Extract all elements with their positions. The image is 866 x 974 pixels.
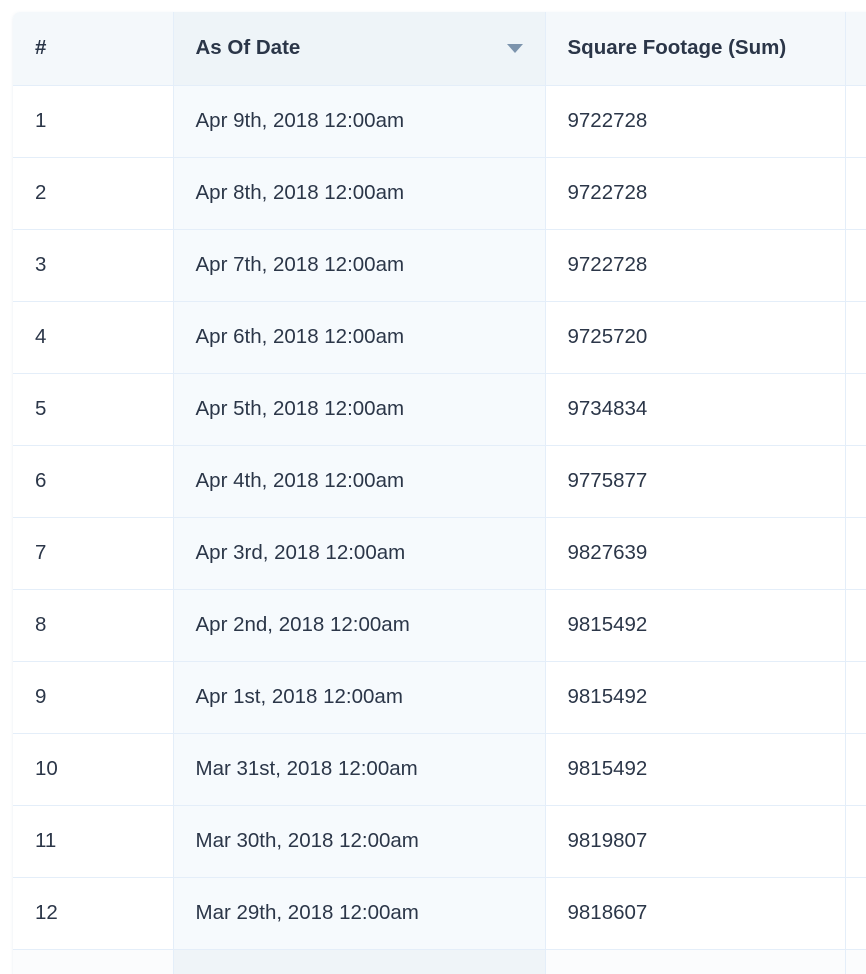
data-table: # As Of Date Square Footage (Sum) 1 Apr … [13, 12, 866, 974]
table-row[interactable]: 5 Apr 5th, 2018 12:00am 9734834 [13, 373, 866, 446]
table-viewport: # As Of Date Square Footage (Sum) 1 Apr … [0, 0, 866, 974]
data-grid-panel: # As Of Date Square Footage (Sum) 1 Apr … [13, 12, 866, 974]
column-header-index[interactable]: # [13, 12, 174, 86]
cell-index: 3 [13, 229, 174, 302]
cell-overflow [845, 229, 866, 302]
cell-as-of-date: Apr 6th, 2018 12:00am [173, 301, 546, 374]
cell-index: 4 [13, 301, 174, 374]
cell-as-of-date: Apr 4th, 2018 12:00am [173, 445, 546, 518]
cell-overflow [845, 157, 866, 230]
table-row[interactable]: 1 Apr 9th, 2018 12:00am 9722728 [13, 85, 866, 158]
table-body: 1 Apr 9th, 2018 12:00am 9722728 2 Apr 8t… [13, 85, 866, 974]
cell-square-footage-sum: 9722728 [545, 85, 846, 158]
cell-square-footage-sum: 9815492 [545, 733, 846, 806]
cell-as-of-date: Apr 1st, 2018 12:00am [173, 661, 546, 734]
cell-as-of-date: Mar 30th, 2018 12:00am [173, 805, 546, 878]
cell-as-of-date: Apr 5th, 2018 12:00am [173, 373, 546, 446]
cell-index: 9 [13, 661, 174, 734]
cell-square-footage-sum: 9725720 [545, 301, 846, 374]
cell-index: 10 [13, 733, 174, 806]
cell-as-of-date: Mar 31st, 2018 12:00am [173, 733, 546, 806]
table-row[interactable] [13, 949, 866, 974]
table-row[interactable]: 2 Apr 8th, 2018 12:00am 9722728 [13, 157, 866, 230]
cell-index: 5 [13, 373, 174, 446]
cell-index: 6 [13, 445, 174, 518]
cell-square-footage-sum: 9815492 [545, 589, 846, 662]
cell-index: 8 [13, 589, 174, 662]
cell-square-footage-sum: 9819807 [545, 805, 846, 878]
cell-square-footage-sum: 9722728 [545, 229, 846, 302]
cell-index [13, 949, 174, 974]
cell-as-of-date: Apr 9th, 2018 12:00am [173, 85, 546, 158]
cell-overflow [845, 373, 866, 446]
table-row[interactable]: 7 Apr 3rd, 2018 12:00am 9827639 [13, 517, 866, 590]
cell-as-of-date: Apr 7th, 2018 12:00am [173, 229, 546, 302]
cell-as-of-date: Apr 3rd, 2018 12:00am [173, 517, 546, 590]
cell-square-footage-sum: 9775877 [545, 445, 846, 518]
table-row[interactable]: 12 Mar 29th, 2018 12:00am 9818607 [13, 877, 866, 950]
cell-index: 7 [13, 517, 174, 590]
column-header-index-label: # [35, 36, 47, 60]
cell-as-of-date: Apr 8th, 2018 12:00am [173, 157, 546, 230]
cell-index: 11 [13, 805, 174, 878]
cell-as-of-date [173, 949, 546, 974]
cell-as-of-date: Apr 2nd, 2018 12:00am [173, 589, 546, 662]
cell-square-footage-sum: 9722728 [545, 157, 846, 230]
column-header-as-of-date-label: As Of Date [195, 36, 301, 60]
cell-as-of-date: Mar 29th, 2018 12:00am [173, 877, 546, 950]
cell-overflow [845, 85, 866, 158]
table-row[interactable]: 3 Apr 7th, 2018 12:00am 9722728 [13, 229, 866, 302]
cell-square-footage-sum: 9827639 [545, 517, 846, 590]
column-header-square-footage-sum-label: Square Footage (Sum) [567, 36, 787, 60]
column-header-as-of-date[interactable]: As Of Date [173, 12, 546, 86]
table-row[interactable]: 11 Mar 30th, 2018 12:00am 9819807 [13, 805, 866, 878]
table-row[interactable]: 8 Apr 2nd, 2018 12:00am 9815492 [13, 589, 866, 662]
table-row[interactable]: 6 Apr 4th, 2018 12:00am 9775877 [13, 445, 866, 518]
cell-overflow [845, 445, 866, 518]
header-row: # As Of Date Square Footage (Sum) [13, 12, 866, 86]
cell-overflow [845, 805, 866, 878]
column-header-overflow[interactable] [845, 12, 866, 86]
cell-square-footage-sum: 9734834 [545, 373, 846, 446]
cell-overflow [845, 661, 866, 734]
cell-square-footage-sum [545, 949, 846, 974]
cell-index: 12 [13, 877, 174, 950]
table-row[interactable]: 10 Mar 31st, 2018 12:00am 9815492 [13, 733, 866, 806]
cell-overflow [845, 877, 866, 950]
cell-overflow [845, 517, 866, 590]
cell-index: 2 [13, 157, 174, 230]
cell-index: 1 [13, 85, 174, 158]
cell-overflow [845, 733, 866, 806]
table-row[interactable]: 4 Apr 6th, 2018 12:00am 9725720 [13, 301, 866, 374]
column-header-square-footage-sum[interactable]: Square Footage (Sum) [545, 12, 846, 86]
cell-square-footage-sum: 9815492 [545, 661, 846, 734]
cell-overflow [845, 589, 866, 662]
cell-overflow [845, 301, 866, 374]
caret-down-icon[interactable] [506, 43, 523, 53]
cell-square-footage-sum: 9818607 [545, 877, 846, 950]
table-header: # As Of Date Square Footage (Sum) [13, 12, 866, 86]
cell-overflow [845, 949, 866, 974]
table-row[interactable]: 9 Apr 1st, 2018 12:00am 9815492 [13, 661, 866, 734]
